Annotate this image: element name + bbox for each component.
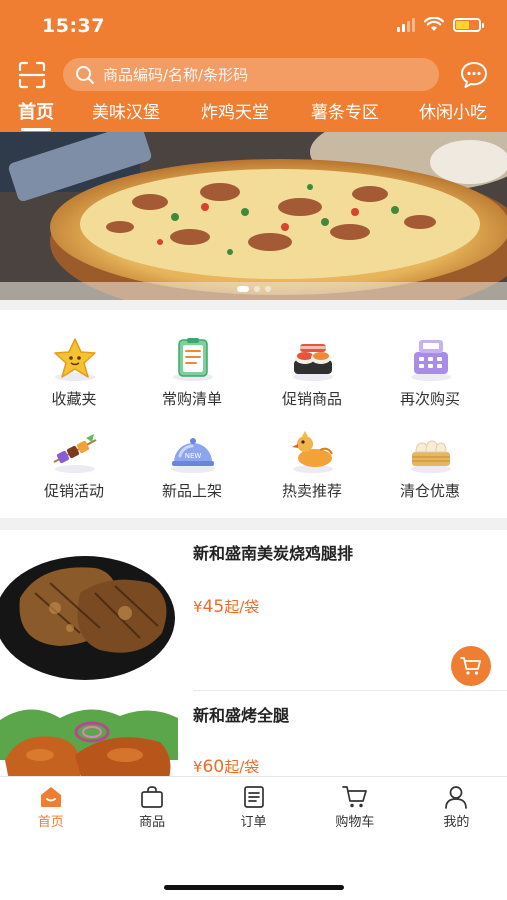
product-card[interactable]: 新和盛烤全腿 ¥60起/袋 xyxy=(0,692,507,776)
duck-icon xyxy=(292,431,333,473)
roast-leg-image xyxy=(0,700,178,776)
category-grid: 收藏夹 常购清单 促销商品 再次购买 促销活动 NEW 新品上架 热卖推荐 清仓… xyxy=(0,318,507,514)
nav-label: 购物车 xyxy=(335,815,375,830)
category-label: 常购清单 xyxy=(161,390,222,408)
nav-label: 订单 xyxy=(240,815,267,830)
cart-icon xyxy=(460,657,481,675)
pizza-image xyxy=(0,132,507,300)
product-image xyxy=(0,700,178,776)
nav-home[interactable]: 首页 xyxy=(0,777,101,832)
category-buy-again[interactable]: 再次购买 xyxy=(370,318,490,408)
sushi-icon xyxy=(293,344,333,381)
scan-icon[interactable] xyxy=(17,60,47,90)
tab-home[interactable]: 首页 xyxy=(18,100,54,132)
product-name: 新和盛南美炭烧鸡腿排 xyxy=(193,544,354,563)
skewer-icon xyxy=(53,434,97,473)
home-icon xyxy=(40,787,61,807)
category-label: 清仓优惠 xyxy=(399,482,460,500)
app-header: 15:37 商品编码/名称/条形码 首页 美味汉堡 炸鸡天堂 薯条专区 休闲小吃 xyxy=(0,0,507,132)
category-tabs: 首页 美味汉堡 炸鸡天堂 薯条专区 休闲小吃 xyxy=(0,100,507,132)
banner-pagination xyxy=(236,286,271,292)
category-promo-events[interactable]: 促销活动 xyxy=(14,410,134,500)
order-icon xyxy=(243,786,264,808)
section-divider xyxy=(0,300,507,310)
category-label: 促销商品 xyxy=(281,390,342,408)
search-placeholder: 商品编码/名称/条形码 xyxy=(103,66,249,84)
bottom-navigation: 首页 商品 订单 购物车 我的 xyxy=(0,776,507,832)
nav-orders[interactable]: 订单 xyxy=(203,777,304,832)
nav-label: 商品 xyxy=(139,815,166,830)
status-time: 15:37 xyxy=(42,15,105,37)
bag-icon xyxy=(141,786,163,808)
category-favorites[interactable]: 收藏夹 xyxy=(14,318,134,408)
product-card[interactable]: 新和盛南美炭烧鸡腿排 ¥45起/袋 xyxy=(0,530,507,692)
cart-icon xyxy=(342,786,367,808)
nav-profile[interactable]: 我的 xyxy=(406,777,507,832)
search-icon xyxy=(76,65,94,84)
message-icon[interactable] xyxy=(459,60,489,90)
product-image xyxy=(0,538,178,692)
home-indicator xyxy=(164,885,344,890)
status-icons xyxy=(397,17,484,32)
nav-label: 首页 xyxy=(37,815,64,830)
battery-icon xyxy=(453,17,484,32)
svg-text:NEW: NEW xyxy=(185,452,202,460)
category-label: 收藏夹 xyxy=(51,390,97,408)
chicken-steak-image xyxy=(0,538,178,692)
product-price: ¥60起/袋 xyxy=(193,757,260,776)
category-hot-recommend[interactable]: 热卖推荐 xyxy=(252,410,372,500)
signal-icon xyxy=(397,17,415,32)
tab-fries[interactable]: 薯条专区 xyxy=(311,100,379,132)
clipboard-list-icon xyxy=(173,338,213,381)
search-input[interactable]: 商品编码/名称/条形码 xyxy=(63,58,439,91)
tab-snacks[interactable]: 休闲小吃 xyxy=(419,100,487,132)
category-new-arrivals[interactable]: NEW 新品上架 xyxy=(132,410,252,500)
section-divider xyxy=(0,518,507,530)
cash-register-icon xyxy=(411,340,451,381)
category-promo-goods[interactable]: 促销商品 xyxy=(252,318,372,408)
nav-products[interactable]: 商品 xyxy=(101,777,202,832)
category-frequent-list[interactable]: 常购清单 xyxy=(132,318,252,408)
nav-cart[interactable]: 购物车 xyxy=(304,777,405,832)
category-label: 新品上架 xyxy=(161,482,222,500)
search-row: 商品编码/名称/条形码 xyxy=(0,58,507,92)
add-to-cart-button[interactable] xyxy=(451,646,491,686)
category-label: 热卖推荐 xyxy=(281,482,342,500)
wifi-icon xyxy=(424,17,444,31)
new-cloche-icon: NEW xyxy=(171,438,215,473)
dim-sum-icon xyxy=(411,440,451,473)
list-divider xyxy=(193,690,507,691)
product-price: ¥45起/袋 xyxy=(193,597,260,617)
nav-label: 我的 xyxy=(443,815,470,830)
user-icon xyxy=(445,786,468,809)
status-bar: 15:37 xyxy=(0,0,507,52)
category-clearance[interactable]: 清仓优惠 xyxy=(370,410,490,500)
tab-fried-chicken[interactable]: 炸鸡天堂 xyxy=(201,100,269,132)
promo-banner[interactable] xyxy=(0,132,507,300)
category-label: 促销活动 xyxy=(43,482,104,500)
tab-burgers[interactable]: 美味汉堡 xyxy=(92,100,160,132)
star-icon xyxy=(54,338,96,381)
product-name: 新和盛烤全腿 xyxy=(193,706,290,725)
category-label: 再次购买 xyxy=(399,390,460,408)
